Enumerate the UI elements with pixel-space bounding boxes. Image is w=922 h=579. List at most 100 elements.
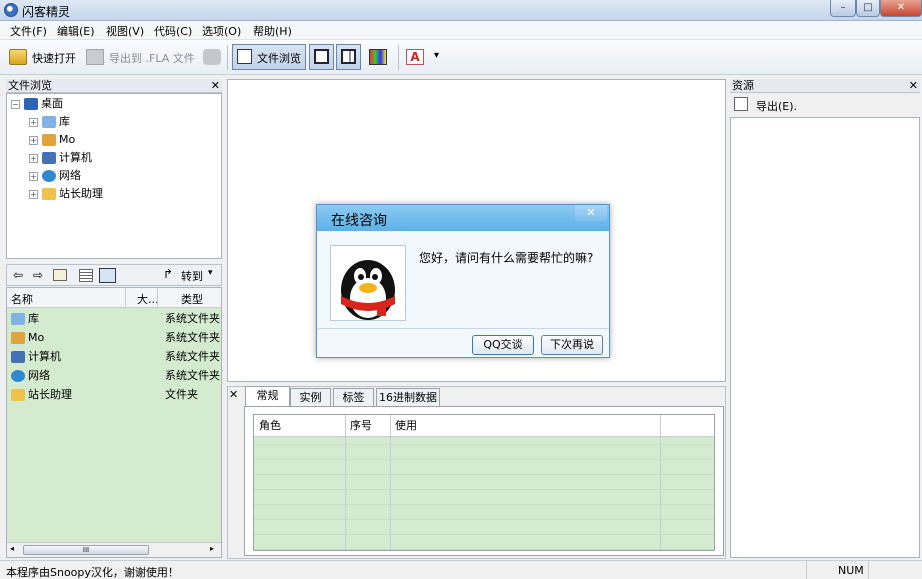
expand-icon[interactable]: +: [29, 171, 38, 181]
column-role[interactable]: 角色: [259, 416, 281, 436]
tree-item-label: 站长助理: [59, 187, 103, 200]
close-button[interactable]: ✕: [880, 0, 922, 17]
list-item[interactable]: 库 系统文件夹: [7, 309, 223, 328]
dialog-close-icon[interactable]: ✕: [575, 205, 607, 221]
scroll-left-icon[interactable]: ◂: [10, 544, 14, 553]
column-size[interactable]: 大...: [137, 291, 159, 307]
layout-panel-button[interactable]: [309, 44, 334, 70]
scroll-thumb[interactable]: III: [23, 545, 149, 555]
menu-options[interactable]: 选项(O): [202, 23, 241, 39]
tree-item[interactable]: + 站长助理: [29, 186, 103, 202]
column-name[interactable]: 名称: [11, 291, 33, 307]
menu-code[interactable]: 代码(C): [154, 23, 192, 39]
file-name: 网络: [28, 369, 50, 382]
color-palette-icon[interactable]: [369, 49, 387, 65]
goto-dropdown-arrow[interactable]: ▾: [208, 268, 213, 278]
tree-item[interactable]: + Mo: [29, 132, 75, 148]
file-browser-title: 文件浏览: [8, 79, 52, 92]
file-name: 计算机: [28, 350, 61, 363]
menu-help[interactable]: 帮助(H): [253, 23, 292, 39]
tab-instance[interactable]: 实例: [290, 388, 331, 406]
list-item[interactable]: 计算机 系统文件夹: [7, 347, 223, 366]
menu-bar: 文件(F) 编辑(E) 视图(V) 代码(C) 选项(O) 帮助(H): [0, 21, 922, 40]
list-view-icon[interactable]: [79, 269, 93, 282]
toolbar-separator: [227, 45, 228, 70]
goto-button[interactable]: 转到: [181, 268, 203, 284]
maximize-button[interactable]: □: [856, 0, 880, 17]
tree-item-label: 库: [59, 115, 70, 128]
tree-item[interactable]: + 计算机: [29, 150, 92, 166]
export-fla-button[interactable]: 导出到 .FLA 文件: [109, 50, 195, 66]
font-icon[interactable]: A: [406, 49, 424, 65]
tab-general[interactable]: 常规: [245, 386, 290, 407]
list-item[interactable]: Mo 系统文件夹: [7, 328, 223, 347]
tree-item-label: Mo: [59, 133, 76, 146]
file-list-header: 名称 大... 类型: [7, 288, 221, 308]
list-item[interactable]: 网络 系统文件夹: [7, 366, 223, 385]
up-folder-icon[interactable]: [53, 269, 67, 281]
file-name: 站长助理: [28, 388, 72, 401]
status-divider: [806, 561, 807, 579]
tree-item[interactable]: + 库: [29, 114, 70, 130]
column-divider: [125, 288, 126, 307]
resources-title: 资源: [732, 79, 754, 92]
resources-close-icon[interactable]: ✕: [909, 79, 918, 92]
dialog-title-bar: 在线咨询 ✕: [317, 205, 609, 231]
minimize-button[interactable]: –: [830, 0, 856, 17]
network-icon: [42, 170, 56, 182]
print-icon[interactable]: [203, 49, 221, 65]
file-browser-close-icon[interactable]: ✕: [211, 79, 220, 92]
expand-icon[interactable]: +: [29, 135, 38, 145]
list-item[interactable]: 站长助理 文件夹: [7, 385, 223, 404]
tree-root-label: 桌面: [41, 97, 63, 110]
back-icon[interactable]: ⇦: [13, 268, 23, 282]
grid-divider: [390, 415, 391, 550]
font-dropdown-arrow[interactable]: ▾: [434, 50, 439, 61]
menu-view[interactable]: 视图(V): [106, 23, 144, 39]
details-view-icon[interactable]: [99, 268, 116, 283]
open-folder-icon[interactable]: [9, 49, 27, 65]
file-list: 名称 大... 类型 库 系统文件夹 Mo 系统文件夹 计算机 系统文件夹 网络…: [6, 287, 222, 558]
menu-edit[interactable]: 编辑(E): [57, 23, 95, 39]
status-divider: [868, 561, 869, 579]
tab-tags[interactable]: 标签: [333, 388, 374, 406]
folder-icon: [11, 389, 25, 401]
file-type: 系统文件夹: [165, 312, 220, 325]
tree-item-label: 网络: [59, 169, 81, 182]
properties-close-icon[interactable]: ✕: [229, 388, 238, 401]
qq-chat-button[interactable]: QQ交谈: [472, 335, 534, 355]
horizontal-scrollbar[interactable]: ◂ III ▸: [7, 542, 221, 557]
desktop-icon: [24, 98, 38, 110]
column-type[interactable]: 类型: [181, 291, 203, 307]
menu-file[interactable]: 文件(F): [10, 23, 47, 39]
app-icon: [4, 3, 18, 17]
num-lock-indicator: NUM: [838, 564, 864, 577]
network-icon: [11, 370, 25, 382]
export-icon[interactable]: [734, 97, 748, 111]
computer-icon: [11, 351, 25, 363]
remind-later-button[interactable]: 下次再说: [541, 335, 603, 355]
resources-toolbar: 导出(E).: [730, 93, 920, 115]
computer-icon: [42, 152, 56, 164]
expand-icon[interactable]: +: [29, 189, 38, 199]
file-browse-icon: [237, 49, 252, 64]
resources-export-button[interactable]: 导出(E).: [756, 98, 797, 114]
expand-icon[interactable]: +: [29, 153, 38, 163]
toolbar-separator: [398, 45, 399, 70]
column-usage[interactable]: 使用: [395, 416, 417, 436]
file-browser-header: 文件浏览 ✕: [6, 79, 222, 93]
forward-icon[interactable]: ⇨: [33, 268, 43, 282]
tree-root[interactable]: − 桌面: [11, 96, 63, 112]
expand-icon[interactable]: +: [29, 117, 38, 127]
tree-item[interactable]: + 网络: [29, 168, 81, 184]
goto-arrow-icon: ↱: [163, 267, 174, 281]
column-index[interactable]: 序号: [350, 416, 372, 436]
tab-hex-data[interactable]: 16进制数据: [376, 388, 440, 406]
collapse-icon[interactable]: −: [11, 99, 20, 109]
file-browse-button[interactable]: 文件浏览: [232, 44, 306, 70]
file-browse-label: 文件浏览: [257, 52, 301, 65]
quick-open-button[interactable]: 快速打开: [32, 50, 76, 66]
layout-split-button[interactable]: [336, 44, 361, 70]
file-type: 系统文件夹: [165, 350, 220, 363]
scroll-right-icon[interactable]: ▸: [210, 544, 214, 553]
